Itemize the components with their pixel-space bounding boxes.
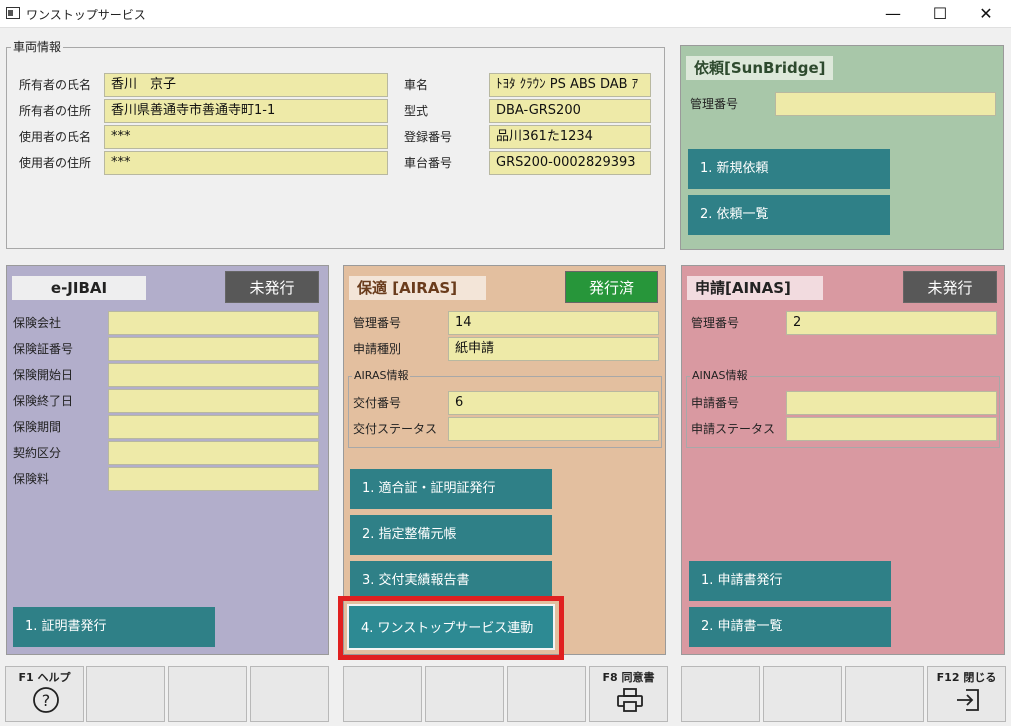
ainas-status-badge: 未発行 — [903, 271, 997, 303]
ainas-info-legend: AINAS情報 — [690, 369, 750, 383]
certificate-issue-button[interactable]: 1. 証明書発行 — [13, 607, 215, 647]
application-issue-button[interactable]: 1. 申請書発行 — [689, 561, 891, 601]
f7-key[interactable] — [507, 666, 586, 722]
reg-no-label: 登録番号 — [404, 130, 453, 144]
window-title: ワンストップサービス — [26, 8, 146, 22]
ejibai-field[interactable] — [108, 337, 319, 361]
close-button[interactable]: ✕ — [963, 0, 1009, 28]
ejibai-field[interactable] — [108, 441, 319, 465]
airas-info-legend: AIRAS情報 — [352, 369, 411, 383]
onestop-link-button[interactable]: 4. ワンストップサービス連動 — [347, 604, 555, 650]
f6-key[interactable] — [425, 666, 504, 722]
f11-key[interactable] — [845, 666, 924, 722]
car-name-field[interactable]: ﾄﾖﾀ ｸﾗｳﾝ PS ABS DAB ｱ — [489, 73, 651, 97]
sunbridge-title: 依頼[SunBridge] — [686, 56, 833, 80]
ainas-app-status-field[interactable] — [786, 417, 997, 441]
help-icon: ? — [33, 687, 59, 713]
ejibai-title: e-JIBAI — [12, 276, 146, 300]
ejibai-label: 保険開始日 — [13, 368, 74, 382]
ejibai-label: 保険料 — [13, 472, 50, 486]
ainas-app-status-label: 申請ステータス — [691, 422, 776, 436]
ejibai-field[interactable] — [108, 311, 319, 335]
f10-key[interactable] — [763, 666, 842, 722]
airas-type-label: 申請種別 — [353, 342, 402, 356]
owner-address-field[interactable]: 香川県善通寺市善通寺町1-1 — [104, 99, 388, 123]
maximize-button[interactable]: ☐ — [917, 0, 963, 28]
ainas-title: 申請[AINAS] — [687, 276, 823, 300]
reg-no-field[interactable]: 品川361た1234 — [489, 125, 651, 149]
ainas-mgmt-label: 管理番号 — [691, 316, 740, 330]
request-list-button[interactable]: 2. 依頼一覧 — [688, 195, 890, 235]
f3-key[interactable] — [168, 666, 247, 722]
ejibai-label: 保険会社 — [13, 316, 62, 330]
owner-name-label: 所有者の氏名 — [19, 78, 92, 92]
ejibai-label: 保険証番号 — [13, 342, 74, 356]
ejibai-label: 保険終了日 — [13, 394, 74, 408]
ejibai-field[interactable] — [108, 467, 319, 491]
f9-key[interactable] — [681, 666, 760, 722]
airas-title: 保適 [AIRAS] — [349, 276, 486, 300]
chassis-no-field[interactable]: GRS200-0002829393 — [489, 151, 651, 175]
title-bar: ワンストップサービス — ☐ ✕ — [0, 0, 1011, 28]
delivery-report-button[interactable]: 3. 交付実績報告書 — [350, 561, 552, 601]
f1-label: F1 ヘルプ — [18, 671, 71, 684]
ejibai-field[interactable] — [108, 389, 319, 413]
f12-label: F12 閉じる — [936, 671, 997, 684]
printer-icon — [617, 688, 643, 712]
model-label: 型式 — [404, 104, 429, 118]
airas-issue-status-label: 交付ステータス — [353, 422, 438, 436]
airas-issue-status-field[interactable] — [448, 417, 659, 441]
f1-help-key[interactable]: F1 ヘルプ ? — [5, 666, 84, 722]
owner-address-label: 所有者の住所 — [19, 104, 92, 118]
airas-issue-no-label: 交付番号 — [353, 396, 402, 410]
sunbridge-mgmt-field[interactable] — [775, 92, 996, 116]
f5-key[interactable] — [343, 666, 422, 722]
airas-type-field[interactable]: 紙申請 — [448, 337, 659, 361]
user-address-field[interactable]: *** — [104, 151, 388, 175]
f8-label: F8 同意書 — [602, 671, 655, 684]
maintenance-ledger-button[interactable]: 2. 指定整備元帳 — [350, 515, 552, 555]
ainas-app-no-field[interactable] — [786, 391, 997, 415]
ejibai-field[interactable] — [108, 415, 319, 439]
model-field[interactable]: DBA-GRS200 — [489, 99, 651, 123]
airas-mgmt-label: 管理番号 — [353, 316, 402, 330]
app-icon — [6, 7, 20, 19]
minimize-button[interactable]: — — [870, 0, 916, 28]
f8-consent-key[interactable]: F8 同意書 — [589, 666, 668, 722]
airas-status-badge: 発行済 — [565, 271, 658, 303]
user-name-field[interactable]: *** — [104, 125, 388, 149]
sunbridge-mgmt-label: 管理番号 — [690, 97, 739, 111]
ejibai-label: 保険期間 — [13, 420, 62, 434]
ejibai-label: 契約区分 — [13, 446, 62, 460]
vehicle-info-legend: 車両情報 — [11, 40, 64, 54]
ainas-mgmt-field[interactable]: 2 — [786, 311, 997, 335]
chassis-no-label: 車台番号 — [404, 156, 453, 170]
user-name-label: 使用者の氏名 — [19, 130, 92, 144]
exit-icon — [957, 689, 979, 711]
new-request-button[interactable]: 1. 新規依頼 — [688, 149, 890, 189]
conformity-cert-button[interactable]: 1. 適合証・証明証発行 — [350, 469, 552, 509]
f12-close-key[interactable]: F12 閉じる — [927, 666, 1006, 722]
owner-name-field[interactable]: 香川 京子 — [104, 73, 388, 97]
airas-issue-no-field[interactable]: 6 — [448, 391, 659, 415]
f4-key[interactable] — [250, 666, 329, 722]
ejibai-status-badge: 未発行 — [225, 271, 319, 303]
airas-mgmt-field[interactable]: 14 — [448, 311, 659, 335]
ejibai-field[interactable] — [108, 363, 319, 387]
svg-text:?: ? — [42, 691, 51, 710]
ainas-app-no-label: 申請番号 — [691, 396, 740, 410]
application-list-button[interactable]: 2. 申請書一覧 — [689, 607, 891, 647]
f2-key[interactable] — [86, 666, 165, 722]
user-address-label: 使用者の住所 — [19, 156, 92, 170]
car-name-label: 車名 — [404, 78, 429, 92]
